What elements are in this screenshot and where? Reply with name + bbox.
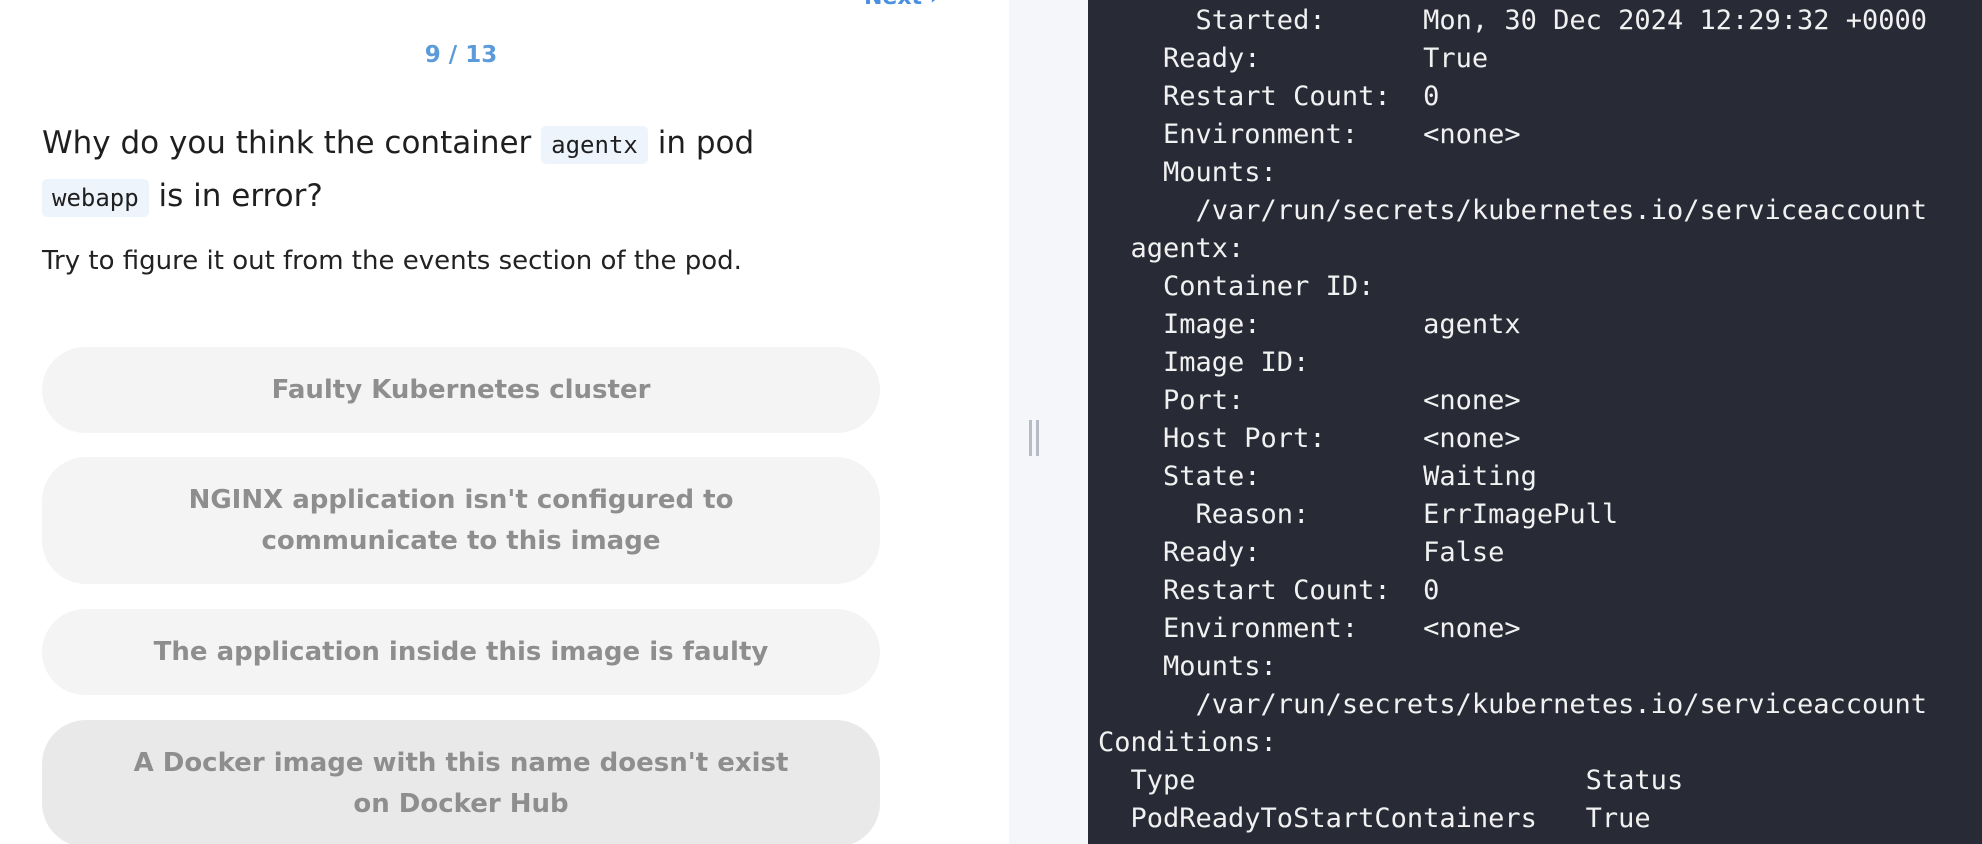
question-text-part: Why do you think the container: [42, 125, 542, 161]
terminal-line: Image: agentx: [1098, 309, 1521, 340]
chevron-right-icon: ›: [930, 0, 939, 10]
terminal-line: Port: <none>: [1098, 385, 1521, 416]
container-name-code: agentx: [541, 126, 648, 164]
next-label[interactable]: Next: [864, 0, 922, 10]
terminal-line: Environment: <none>: [1098, 613, 1521, 644]
pod-name-code: webapp: [42, 179, 149, 217]
answer-option-label: NGINX application isn't configured to co…: [188, 484, 734, 556]
answer-option[interactable]: Faulty Kubernetes cluster: [42, 347, 880, 433]
answer-option[interactable]: NGINX application isn't configured to co…: [42, 457, 880, 584]
terminal-line: Ready: True: [1098, 43, 1489, 74]
question-text-part: in pod: [647, 125, 755, 161]
terminal-line: Image ID:: [1098, 347, 1310, 378]
terminal-line: Reason: ErrImagePull: [1098, 499, 1619, 530]
question-text-part: is in error?: [148, 178, 323, 214]
question-progress: 9 / 13: [424, 42, 498, 68]
terminal-line: Restart Count: 0: [1098, 81, 1440, 112]
terminal-line: Mounts:: [1098, 157, 1277, 188]
terminal-line: Container ID:: [1098, 271, 1375, 302]
terminal[interactable]: Started: Mon, 30 Dec 2024 12:29:32 +0000…: [1088, 0, 1982, 844]
answer-option-label: A Docker image with this name doesn't ex…: [133, 747, 789, 819]
answer-option[interactable]: A Docker image with this name doesn't ex…: [42, 720, 880, 844]
next-link[interactable]: Next ›: [864, 0, 964, 10]
terminal-line: State: Waiting: [1098, 461, 1537, 492]
quiz-panel: Next › 9 / 13 Why do you think the conta…: [0, 0, 1009, 844]
terminal-line: /var/run/secrets/kubernetes.io/serviceac…: [1098, 195, 1928, 226]
terminal-line: Conditions:: [1098, 727, 1277, 758]
question-hint: Try to figure it out from the events sec…: [42, 246, 742, 276]
question-text: Why do you think the container agentx in…: [42, 118, 862, 224]
terminal-line: Ready: False: [1098, 537, 1505, 568]
terminal-line: PodReadyToStartContainers True: [1098, 803, 1651, 834]
answer-option[interactable]: The application inside this image is fau…: [42, 609, 880, 695]
terminal-line: Mounts:: [1098, 651, 1277, 682]
terminal-line: Type Status: [1098, 765, 1684, 796]
terminal-line: Restart Count: 0: [1098, 575, 1440, 606]
panel-splitter: [1009, 0, 1088, 844]
drag-handle-icon[interactable]: [1029, 420, 1041, 456]
terminal-line: Started: Mon, 30 Dec 2024 12:29:32 +0000: [1098, 5, 1928, 36]
answer-option-label: The application inside this image is fau…: [153, 636, 769, 667]
terminal-line: /var/run/secrets/kubernetes.io/serviceac…: [1098, 689, 1928, 720]
answer-option-label: Faulty Kubernetes cluster: [271, 374, 651, 405]
terminal-line: Host Port: <none>: [1098, 423, 1521, 454]
terminal-line: agentx:: [1098, 233, 1245, 264]
terminal-line: Environment: <none>: [1098, 119, 1521, 150]
